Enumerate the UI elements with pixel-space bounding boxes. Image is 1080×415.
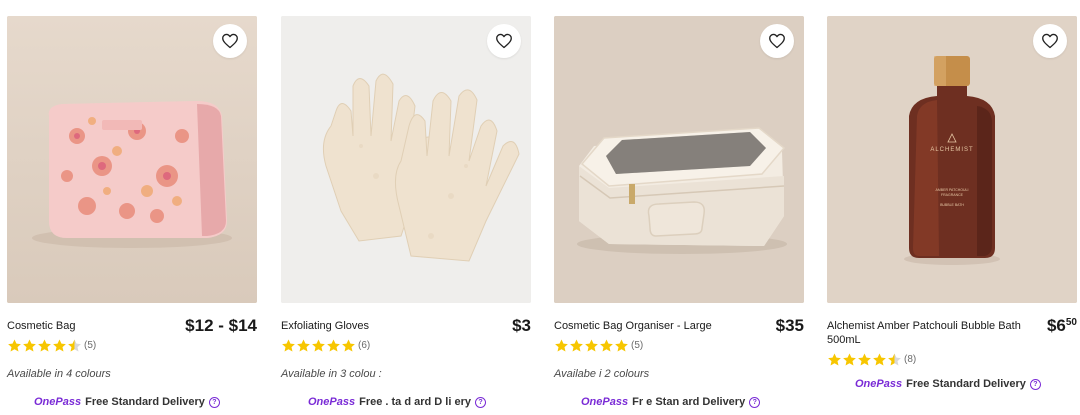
onepass-logo: OnePass xyxy=(855,378,903,390)
star-icon xyxy=(615,339,628,352)
onepass-logo: OnePass xyxy=(308,396,356,408)
product-card-alchemist-bubble-bath[interactable]: ALCHEMIST AMBER PATCHOULI FRAGRANCE BUBB… xyxy=(827,16,1077,415)
star-icon xyxy=(873,353,886,366)
delivery-label: Fr e Stan ard Delivery xyxy=(632,396,746,408)
question-circle-icon[interactable]: ? xyxy=(208,396,220,408)
heart-outline-icon xyxy=(496,33,512,49)
product-image[interactable]: ALCHEMIST AMBER PATCHOULI FRAGRANCE BUBB… xyxy=(827,16,1077,303)
product-price: $3 xyxy=(512,316,531,335)
star-icon xyxy=(8,339,21,352)
star-icon xyxy=(843,353,856,366)
rating-count: (5) xyxy=(84,340,97,351)
product-card-cosmetic-bag-organiser[interactable]: Cosmetic Bag Organiser - Large $35 (5) A… xyxy=(554,16,804,415)
delivery-info: OnePass Free . ta d ard D li ery ? xyxy=(308,396,486,408)
star-icon xyxy=(585,339,598,352)
delivery-info: OnePass Free Standard Delivery ? xyxy=(34,396,220,408)
delivery-label: Free Standard Delivery xyxy=(85,396,205,408)
question-circle-icon[interactable]: ? xyxy=(474,396,486,408)
delivery-info: OnePass Free Standard Delivery ? xyxy=(855,378,1041,390)
cosmetic-bag-image xyxy=(7,16,257,303)
delivery-label: Free Standard Delivery xyxy=(906,378,1026,390)
svg-text:ALCHEMIST: ALCHEMIST xyxy=(930,147,973,153)
star-icon xyxy=(297,339,310,352)
rating-count: (5) xyxy=(631,340,644,351)
star-icon xyxy=(600,339,613,352)
heart-outline-icon xyxy=(1042,33,1058,49)
delivery-info: OnePass Fr e Stan ard Delivery ? xyxy=(581,396,761,408)
favourite-button[interactable] xyxy=(1033,24,1067,58)
question-circle-icon[interactable]: ? xyxy=(749,396,761,408)
svg-text:AMBER PATCHOULI: AMBER PATCHOULI xyxy=(936,188,969,192)
star-icon xyxy=(342,339,355,352)
product-title[interactable]: Cosmetic Bag xyxy=(7,319,177,333)
bubble-bath-image: ALCHEMIST AMBER PATCHOULI FRAGRANCE BUBB… xyxy=(827,16,1077,303)
star-icon xyxy=(312,339,325,352)
star-rating xyxy=(827,352,902,367)
star-icon xyxy=(327,339,340,352)
colour-availability: Available in 4 colours xyxy=(7,368,111,380)
favourite-button[interactable] xyxy=(760,24,794,58)
rating-count: (6) xyxy=(358,340,371,351)
star-icon xyxy=(53,339,66,352)
star-icon xyxy=(68,339,81,352)
delivery-label: Free . ta d ard D li ery xyxy=(359,396,471,408)
product-rating: (5) xyxy=(7,338,96,353)
onepass-logo: OnePass xyxy=(34,396,82,408)
product-image[interactable] xyxy=(7,16,257,303)
product-title[interactable]: Alchemist Amber Patchouli Bubble Bath 50… xyxy=(827,319,1022,347)
product-rating: (6) xyxy=(281,338,370,353)
product-card-exfoliating-gloves[interactable]: Exfoliating Gloves $3 (6) Available in 3… xyxy=(281,16,531,415)
star-icon xyxy=(23,339,36,352)
colour-availability: Available in 3 colou : xyxy=(281,368,382,380)
star-icon xyxy=(888,353,901,366)
star-icon xyxy=(828,353,841,366)
product-price: $35 xyxy=(775,316,804,335)
favourite-button[interactable] xyxy=(487,24,521,58)
product-price: $12 - $14 xyxy=(185,316,257,335)
colour-availability: Availabe i 2 colours xyxy=(554,368,650,380)
product-title[interactable]: Exfoliating Gloves xyxy=(281,319,451,333)
rating-count: (8) xyxy=(904,354,917,365)
product-rating: (8) xyxy=(827,352,916,367)
star-icon xyxy=(858,353,871,366)
product-card-cosmetic-bag[interactable]: Cosmetic Bag $12 - $14 (5) Available in … xyxy=(7,16,257,415)
star-rating xyxy=(281,338,356,353)
product-rating: (5) xyxy=(554,338,643,353)
star-icon xyxy=(570,339,583,352)
svg-text:FRAGRANCE: FRAGRANCE xyxy=(941,193,964,197)
star-icon xyxy=(282,339,295,352)
star-rating xyxy=(554,338,629,353)
product-image[interactable] xyxy=(281,16,531,303)
question-circle-icon[interactable]: ? xyxy=(1029,378,1041,390)
product-image[interactable] xyxy=(554,16,804,303)
star-icon xyxy=(555,339,568,352)
product-title[interactable]: Cosmetic Bag Organiser - Large xyxy=(554,319,724,333)
product-price: $650 xyxy=(1047,316,1077,336)
onepass-logo: OnePass xyxy=(581,396,629,408)
svg-text:BUBBLE BATH: BUBBLE BATH xyxy=(940,203,964,207)
favourite-button[interactable] xyxy=(213,24,247,58)
heart-outline-icon xyxy=(769,33,785,49)
star-icon xyxy=(38,339,51,352)
price-dollars: $6 xyxy=(1046,316,1066,335)
heart-outline-icon xyxy=(222,33,238,49)
organiser-image xyxy=(554,16,804,303)
gloves-image xyxy=(281,16,531,303)
star-rating xyxy=(7,338,82,353)
price-cents: 50 xyxy=(1065,317,1077,328)
